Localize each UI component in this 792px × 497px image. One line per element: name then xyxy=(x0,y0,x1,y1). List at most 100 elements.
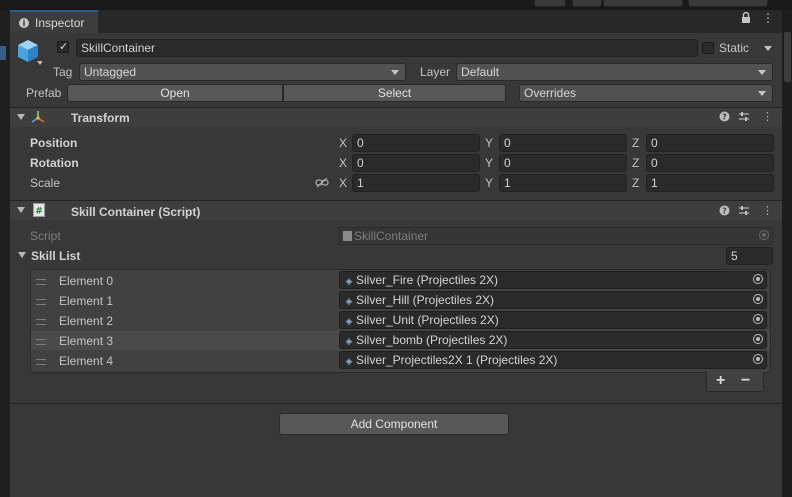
svg-text:#: # xyxy=(35,207,43,217)
drag-handle-icon[interactable] xyxy=(36,319,46,325)
tab-bar xyxy=(98,10,782,33)
position-z-field[interactable]: 0 xyxy=(646,134,774,152)
element-object-field[interactable]: ◈ Silver_Unit (Projectiles 2X) xyxy=(339,311,767,329)
scale-z-field[interactable]: 1 xyxy=(646,174,774,192)
prefab-icon: ◈ xyxy=(345,296,353,306)
object-picker-icon[interactable] xyxy=(753,354,763,364)
script-label: Script xyxy=(30,229,61,243)
element-value: Silver_bomb (Projectiles 2X) xyxy=(356,333,508,347)
lock-icon[interactable] xyxy=(741,11,751,26)
tab-inspector[interactable]: i Inspector xyxy=(10,10,98,33)
add-element-button[interactable]: + xyxy=(716,372,725,390)
divider xyxy=(10,403,782,404)
tag-dropdown[interactable]: Untagged xyxy=(79,63,406,81)
object-name-input[interactable]: SkillContainer xyxy=(76,39,698,57)
element-object-field[interactable]: ◈ Silver_Hill (Projectiles 2X) xyxy=(339,291,767,309)
script-reference-value: SkillContainer xyxy=(354,229,429,243)
position-label: Position xyxy=(30,136,78,150)
remove-element-button[interactable]: − xyxy=(741,372,750,390)
element-label: Element 2 xyxy=(59,314,114,328)
rotation-y-field[interactable]: 0 xyxy=(499,154,627,172)
layer-label: Layer xyxy=(420,65,451,79)
prefab-icon: ◈ xyxy=(345,316,353,326)
static-checkbox[interactable] xyxy=(702,42,714,54)
prefab-select-button[interactable]: Select xyxy=(283,84,506,102)
element-object-field[interactable]: ◈ Silver_Fire (Projectiles 2X) xyxy=(339,271,767,289)
prefab-icon: ◈ xyxy=(345,336,353,346)
rotation-label: Rotation xyxy=(30,156,79,170)
component-menu-icon[interactable]: ⋮ xyxy=(762,110,773,123)
presets-icon[interactable] xyxy=(738,111,750,125)
prefab-open-button[interactable]: Open xyxy=(67,84,283,102)
axis-x-label[interactable]: X xyxy=(339,176,347,190)
script-file-icon xyxy=(343,231,352,241)
scale-x-field[interactable]: 1 xyxy=(352,174,480,192)
list-size-field[interactable]: 5 xyxy=(726,247,773,265)
element-label: Element 3 xyxy=(59,334,114,348)
left-edge xyxy=(0,10,10,497)
fold-arrow-icon[interactable] xyxy=(18,252,26,258)
gameobject-cube-icon[interactable] xyxy=(16,38,43,65)
axis-y-label[interactable]: Y xyxy=(485,176,493,190)
fold-arrow-icon[interactable] xyxy=(17,114,25,120)
presets-icon[interactable] xyxy=(738,205,750,219)
drag-handle-icon[interactable] xyxy=(36,359,46,365)
list-add-remove-bar xyxy=(706,372,764,392)
object-picker-icon[interactable] xyxy=(753,314,763,324)
prefab-overrides-dropdown[interactable]: Overrides xyxy=(519,84,773,102)
toolbar-control[interactable] xyxy=(572,0,602,7)
script-file-icon: # xyxy=(33,203,45,220)
rotation-x-field[interactable]: 0 xyxy=(352,154,480,172)
axis-z-label[interactable]: Z xyxy=(632,176,639,190)
script-reference-field: SkillContainer xyxy=(339,227,773,245)
constrain-proportions-icon[interactable] xyxy=(315,177,329,191)
axis-z-label[interactable]: Z xyxy=(632,136,639,150)
skill-list-label[interactable]: Skill List xyxy=(31,249,80,263)
position-y-field[interactable]: 0 xyxy=(499,134,627,152)
help-icon[interactable]: ? xyxy=(719,111,730,125)
fold-arrow-icon[interactable] xyxy=(17,207,25,213)
active-checkbox[interactable] xyxy=(57,40,69,53)
static-label: Static xyxy=(719,41,750,55)
drag-handle-icon[interactable] xyxy=(36,339,46,345)
axis-x-label[interactable]: X xyxy=(339,156,347,170)
static-dropdown-icon[interactable] xyxy=(764,46,772,51)
svg-text:?: ? xyxy=(722,113,727,122)
transform-icon xyxy=(31,110,45,127)
object-picker-icon[interactable] xyxy=(753,274,763,284)
layer-dropdown[interactable]: Default xyxy=(456,63,773,81)
element-value: Silver_Hill (Projectiles 2X) xyxy=(356,293,495,307)
scrollbar-track[interactable] xyxy=(782,10,792,497)
toolbar-control[interactable] xyxy=(534,0,566,7)
axis-z-label[interactable]: Z xyxy=(632,156,639,170)
tab-label: Inspector xyxy=(35,15,85,30)
axis-x-label[interactable]: X xyxy=(339,136,347,150)
layout-dropdown[interactable] xyxy=(688,0,768,7)
add-component-button[interactable]: Add Component xyxy=(279,413,509,435)
svg-text:?: ? xyxy=(722,207,727,216)
element-object-field[interactable]: ◈ Silver_Projectiles2X 1 (Projectiles 2X) xyxy=(339,351,767,369)
drag-handle-icon[interactable] xyxy=(36,299,46,305)
rotation-z-field[interactable]: 0 xyxy=(646,154,774,172)
component-menu-icon[interactable]: ⋮ xyxy=(762,204,773,217)
scale-label: Scale xyxy=(30,176,61,190)
object-picker-icon[interactable] xyxy=(753,294,763,304)
object-picker-icon[interactable] xyxy=(753,334,763,344)
element-object-field[interactable]: ◈ Silver_bomb (Projectiles 2X) xyxy=(339,331,767,349)
prefab-icon: ◈ xyxy=(345,356,353,366)
element-label: Element 0 xyxy=(59,274,114,288)
position-x-field[interactable]: 0 xyxy=(352,134,480,152)
element-value: Silver_Projectiles2X 1 (Projectiles 2X) xyxy=(356,353,558,367)
help-icon[interactable]: ? xyxy=(719,205,730,219)
tag-label: Tag xyxy=(53,65,73,79)
scale-y-field[interactable]: 1 xyxy=(499,174,627,192)
axis-y-label[interactable]: Y xyxy=(485,136,493,150)
element-label: Element 4 xyxy=(59,354,114,368)
layers-dropdown[interactable] xyxy=(603,0,683,7)
info-icon: i xyxy=(19,17,29,28)
kebab-menu-icon[interactable]: ⋮ xyxy=(762,11,774,25)
drag-handle-icon[interactable] xyxy=(36,279,46,285)
axis-y-label[interactable]: Y xyxy=(485,156,493,170)
scrollbar-thumb[interactable] xyxy=(784,32,791,82)
script-component-title: Skill Container (Script) xyxy=(71,205,201,219)
